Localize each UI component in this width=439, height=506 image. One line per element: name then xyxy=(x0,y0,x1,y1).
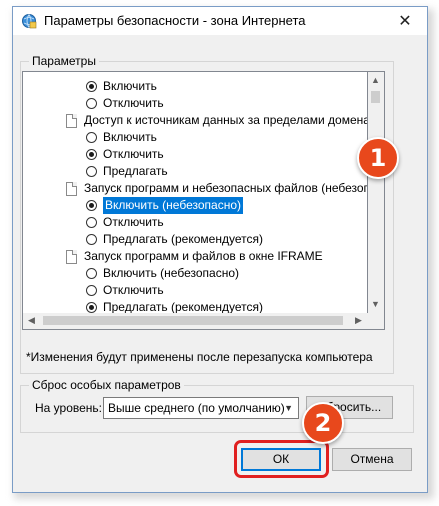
tree-option[interactable]: Включить (небезопасно) xyxy=(86,196,244,215)
chevron-down-icon: ▼ xyxy=(284,403,293,413)
tree-label: Отключить xyxy=(103,215,164,229)
close-button[interactable]: ✕ xyxy=(383,7,427,35)
cancel-button[interactable]: Отмена xyxy=(332,448,412,471)
tree-category[interactable]: Доступ к источникам данных за пределами … xyxy=(66,112,368,129)
radio-unchecked-icon[interactable] xyxy=(86,234,97,245)
radio-checked-icon[interactable] xyxy=(86,302,97,313)
tree-option[interactable]: Предлагать xyxy=(86,163,168,180)
scroll-left-icon[interactable]: ◀ xyxy=(23,312,40,329)
tree-option[interactable]: Включить (небезопасно) xyxy=(86,265,239,282)
tree-label: Включить (небезопасно) xyxy=(103,266,239,280)
tree-label: Отключить xyxy=(103,147,164,161)
scroll-down-icon[interactable]: ▼ xyxy=(367,296,384,313)
hscroll-thumb[interactable] xyxy=(43,316,343,325)
title-bar: Параметры безопасности - зона Интернета … xyxy=(13,7,427,35)
tree-option[interactable]: Отключить xyxy=(86,214,164,231)
tree-label: Отключить xyxy=(103,96,164,110)
settings-tree[interactable]: Включить Отключить Доступ к источникам дан… xyxy=(22,71,368,330)
radio-unchecked-icon[interactable] xyxy=(86,285,97,296)
radio-checked-icon[interactable] xyxy=(86,149,97,160)
tree-category[interactable]: Запуск программ и файлов в окне IFRAME xyxy=(66,248,323,265)
tree-category[interactable]: Запуск программ и небезопасных файлов (н… xyxy=(66,180,367,197)
internet-options-icon xyxy=(22,14,37,29)
tree-label: Предлагать xyxy=(103,164,168,178)
radio-unchecked-icon[interactable] xyxy=(86,217,97,228)
tree-label: Предлагать (рекомендуется) xyxy=(103,232,263,246)
radio-checked-icon[interactable] xyxy=(86,81,97,92)
tree-label: Запуск программ и файлов в окне IFRAME xyxy=(84,249,323,263)
tree-option[interactable]: Отключить xyxy=(86,146,164,163)
tree-option[interactable]: Предлагать (рекомендуется) xyxy=(86,231,263,248)
tree-label: Включить (небезопасно) xyxy=(102,196,244,215)
tree-label: Включить xyxy=(103,130,157,144)
radio-unchecked-icon[interactable] xyxy=(86,132,97,143)
restart-note: *Изменения будут применены после перезап… xyxy=(26,350,373,364)
close-icon: ✕ xyxy=(398,13,412,30)
radio-unchecked-icon[interactable] xyxy=(86,268,97,279)
document-icon[interactable] xyxy=(66,249,77,264)
tree-label: Доступ к источникам данных за пределами … xyxy=(84,113,368,127)
document-icon[interactable] xyxy=(66,113,77,128)
scroll-up-icon[interactable]: ▲ xyxy=(367,72,384,89)
reset-group-label: Сброс особых параметров xyxy=(29,378,184,392)
scroll-right-icon[interactable]: ▶ xyxy=(350,312,367,329)
tree-option[interactable]: Отключить xyxy=(86,282,164,299)
radio-checked-icon[interactable] xyxy=(86,200,97,211)
level-select[interactable]: Выше среднего (по умолчанию) ▼ xyxy=(103,397,299,419)
window-title: Параметры безопасности - зона Интернета xyxy=(44,13,306,28)
tree-option[interactable]: Отключить xyxy=(86,95,164,112)
horizontal-scrollbar[interactable]: ◀ ▶ xyxy=(22,313,385,330)
radio-unchecked-icon[interactable] xyxy=(86,166,97,177)
radio-unchecked-icon[interactable] xyxy=(86,98,97,109)
level-select-value: Выше среднего (по умолчанию) xyxy=(108,401,285,415)
document-icon[interactable] xyxy=(66,181,77,196)
annotation-badge-1: 1 xyxy=(357,137,399,179)
level-label: На уровень: xyxy=(35,401,103,415)
ok-button[interactable]: ОК xyxy=(241,448,321,471)
tree-label: Включить xyxy=(103,79,157,93)
vertical-scrollbar[interactable]: ▲ ▼ xyxy=(368,71,385,313)
tree-option[interactable]: Включить xyxy=(86,78,157,95)
annotation-badge-2: 2 xyxy=(302,402,344,444)
tree-label: Запуск программ и небезопасных файлов (н… xyxy=(84,181,367,195)
scroll-thumb[interactable] xyxy=(371,91,380,103)
settings-group-label: Параметры xyxy=(29,54,99,68)
tree-label: Отключить xyxy=(103,283,164,297)
tree-option[interactable]: Включить xyxy=(86,129,157,146)
